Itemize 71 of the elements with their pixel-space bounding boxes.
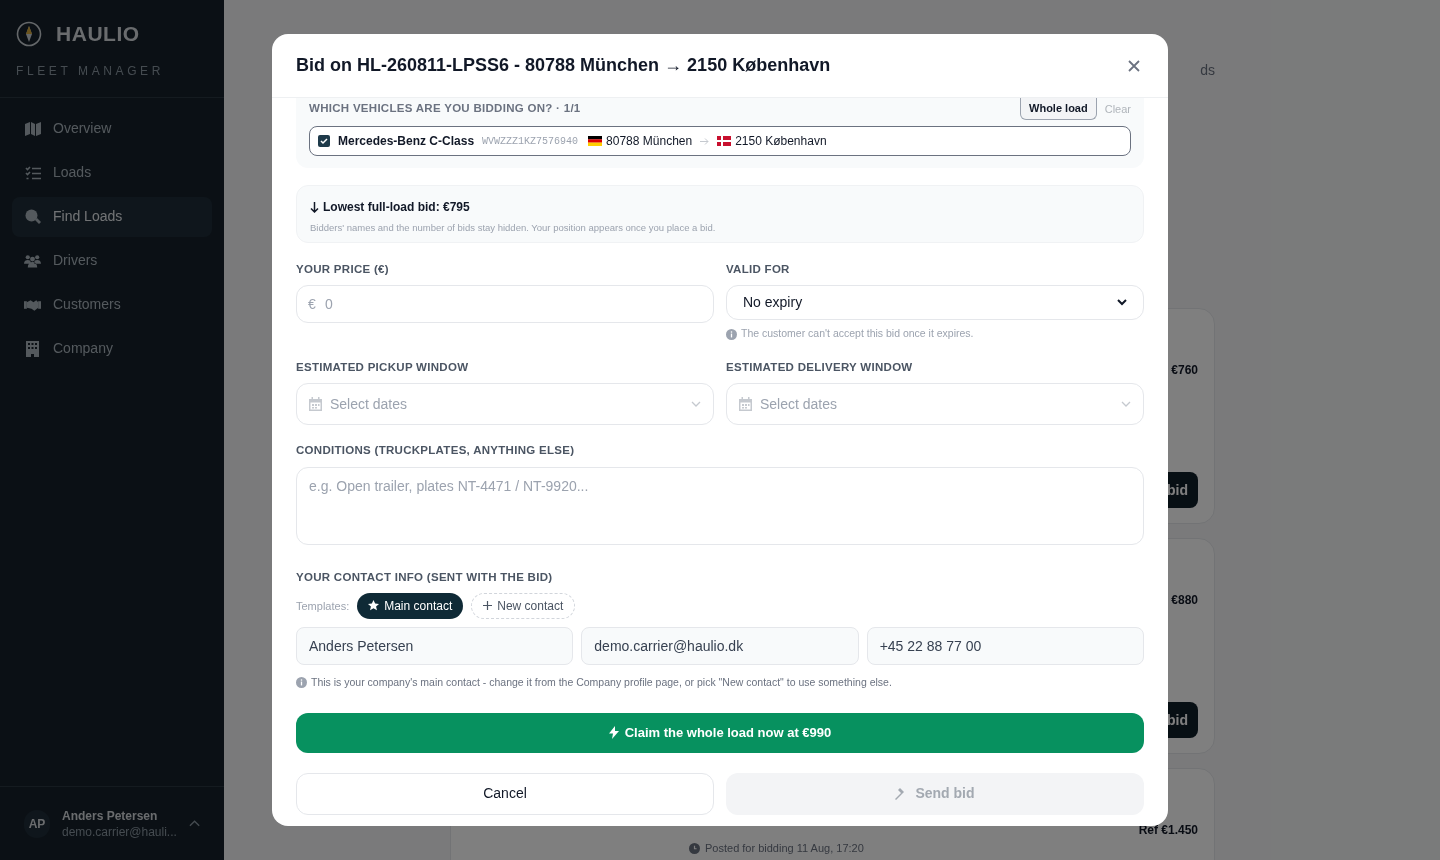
vehicle-name: Mercedes-Benz C-Class	[338, 133, 475, 150]
germany-flag-icon	[588, 136, 603, 146]
arrow-down-icon	[310, 201, 319, 213]
chevron-down-icon	[691, 401, 701, 408]
users-icon	[24, 253, 41, 268]
field-label: ESTIMATED PICKUP WINDOW	[296, 360, 470, 375]
date-range-field[interactable]: Select dates	[726, 383, 1144, 426]
sidebar-item[interactable]: Overview	[12, 108, 212, 149]
template-chip[interactable]: Main contact	[357, 592, 464, 619]
search-icon	[24, 208, 41, 225]
placeholder-text: Select dates	[330, 394, 409, 414]
field-label: YOUR CONTACT INFO (SENT WITH THE BID)	[296, 569, 554, 585]
section-label: WHICH VEHICLES ARE YOU BIDDING ON? · 1/1	[309, 101, 581, 116]
claim-button[interactable]: Claim the whole load now at €990	[296, 712, 1144, 753]
chevron-down-icon	[1117, 299, 1127, 307]
clock-icon	[689, 842, 700, 854]
sidebar-item[interactable]: Loads	[12, 152, 212, 193]
templates-label: Templates:	[296, 598, 350, 614]
destination-text: 2150 København	[735, 133, 827, 150]
whole-load-button[interactable]: Whole load	[1020, 98, 1097, 120]
field-label: VALID FOR	[726, 262, 791, 277]
user-name: Anders Petersen	[61, 807, 159, 824]
plus-icon	[483, 601, 493, 611]
contact-field[interactable]: +45 22 88 77 00	[866, 626, 1144, 665]
field-label: CONDITIONS (TRUCKPLATES, ANYTHING ELSE)	[296, 443, 576, 459]
price-text: €760	[1171, 362, 1198, 379]
lowest-bid-text: Lowest full-load bid: €795	[323, 199, 470, 216]
tab-label[interactable]: ds	[1200, 60, 1215, 162]
currency-text: €	[308, 295, 316, 314]
map-icon	[24, 121, 41, 136]
valid-for-select[interactable]: No expiry	[726, 285, 1144, 321]
sidebar-item[interactable]: Drivers	[12, 240, 212, 281]
compass-logo-icon	[16, 20, 42, 47]
vehicle-row[interactable]: Mercedes-Benz C-Class WVWZZZ1KZ7576940 80788 München 2150 København	[309, 126, 1131, 156]
date-range-field[interactable]: Select dates	[296, 383, 714, 426]
clear-button[interactable]: Clear	[1104, 98, 1131, 118]
close-icon	[1128, 59, 1140, 72]
contact-field[interactable]: Anders Petersen	[296, 626, 574, 665]
privacy-note: Bidders' names and the number of bids stay hidden. Your position appears once you place a bid.	[310, 221, 717, 235]
placeholder-text: Select dates	[760, 394, 839, 414]
user-email: demo.carrier@hauli...	[61, 823, 177, 840]
building-icon	[26, 340, 39, 357]
hint-text: The customer can't accept this bid once it expires.	[741, 326, 974, 342]
calendar-icon	[739, 397, 752, 412]
info-icon	[726, 328, 737, 340]
brand-name: HAULIO	[56, 21, 140, 47]
denmark-flag-icon	[717, 136, 732, 146]
sidebar-item[interactable]: Company	[12, 328, 212, 369]
checklist-icon	[24, 165, 41, 180]
checkbox[interactable]	[318, 135, 330, 147]
star-icon	[368, 600, 380, 612]
chevron-down-icon	[1121, 401, 1131, 408]
sidebar-item[interactable]: Find Loads	[12, 196, 212, 237]
arrow-right-icon	[700, 137, 710, 145]
vin-text: WVWZZZ1KZ7576940	[482, 134, 579, 149]
posted-text: Posted for bidding 11 Aug, 17:20	[705, 841, 864, 856]
price-text: €880	[1171, 592, 1198, 609]
contact-field[interactable]: demo.carrier@haulio.dk	[581, 626, 859, 665]
origin-text: 80788 München	[606, 133, 693, 150]
contact-note: This is your company's main contact - change it from the Company profile page, or pick "New contact" to use something else.	[311, 674, 892, 690]
info-icon	[296, 677, 307, 689]
conditions-field[interactable]: e.g. Open trailer, plates NT-4471 / NT-9920...	[296, 466, 1144, 545]
dialog-title: Bid on HL-260811-LPSS6 - 80788 München → 2150 København	[296, 54, 831, 77]
cancel-button[interactable]: Cancel	[296, 772, 714, 815]
field-label: YOUR PRICE (€)	[296, 262, 390, 277]
field-label: ESTIMATED DELIVERY WINDOW	[726, 360, 914, 375]
brand-subtitle: FLEET MANAGER	[16, 62, 165, 80]
calendar-icon	[309, 397, 322, 412]
lightning-icon	[608, 726, 619, 739]
user-avatar: AP	[24, 809, 50, 838]
sidebar-item[interactable]: Customers	[12, 284, 212, 325]
